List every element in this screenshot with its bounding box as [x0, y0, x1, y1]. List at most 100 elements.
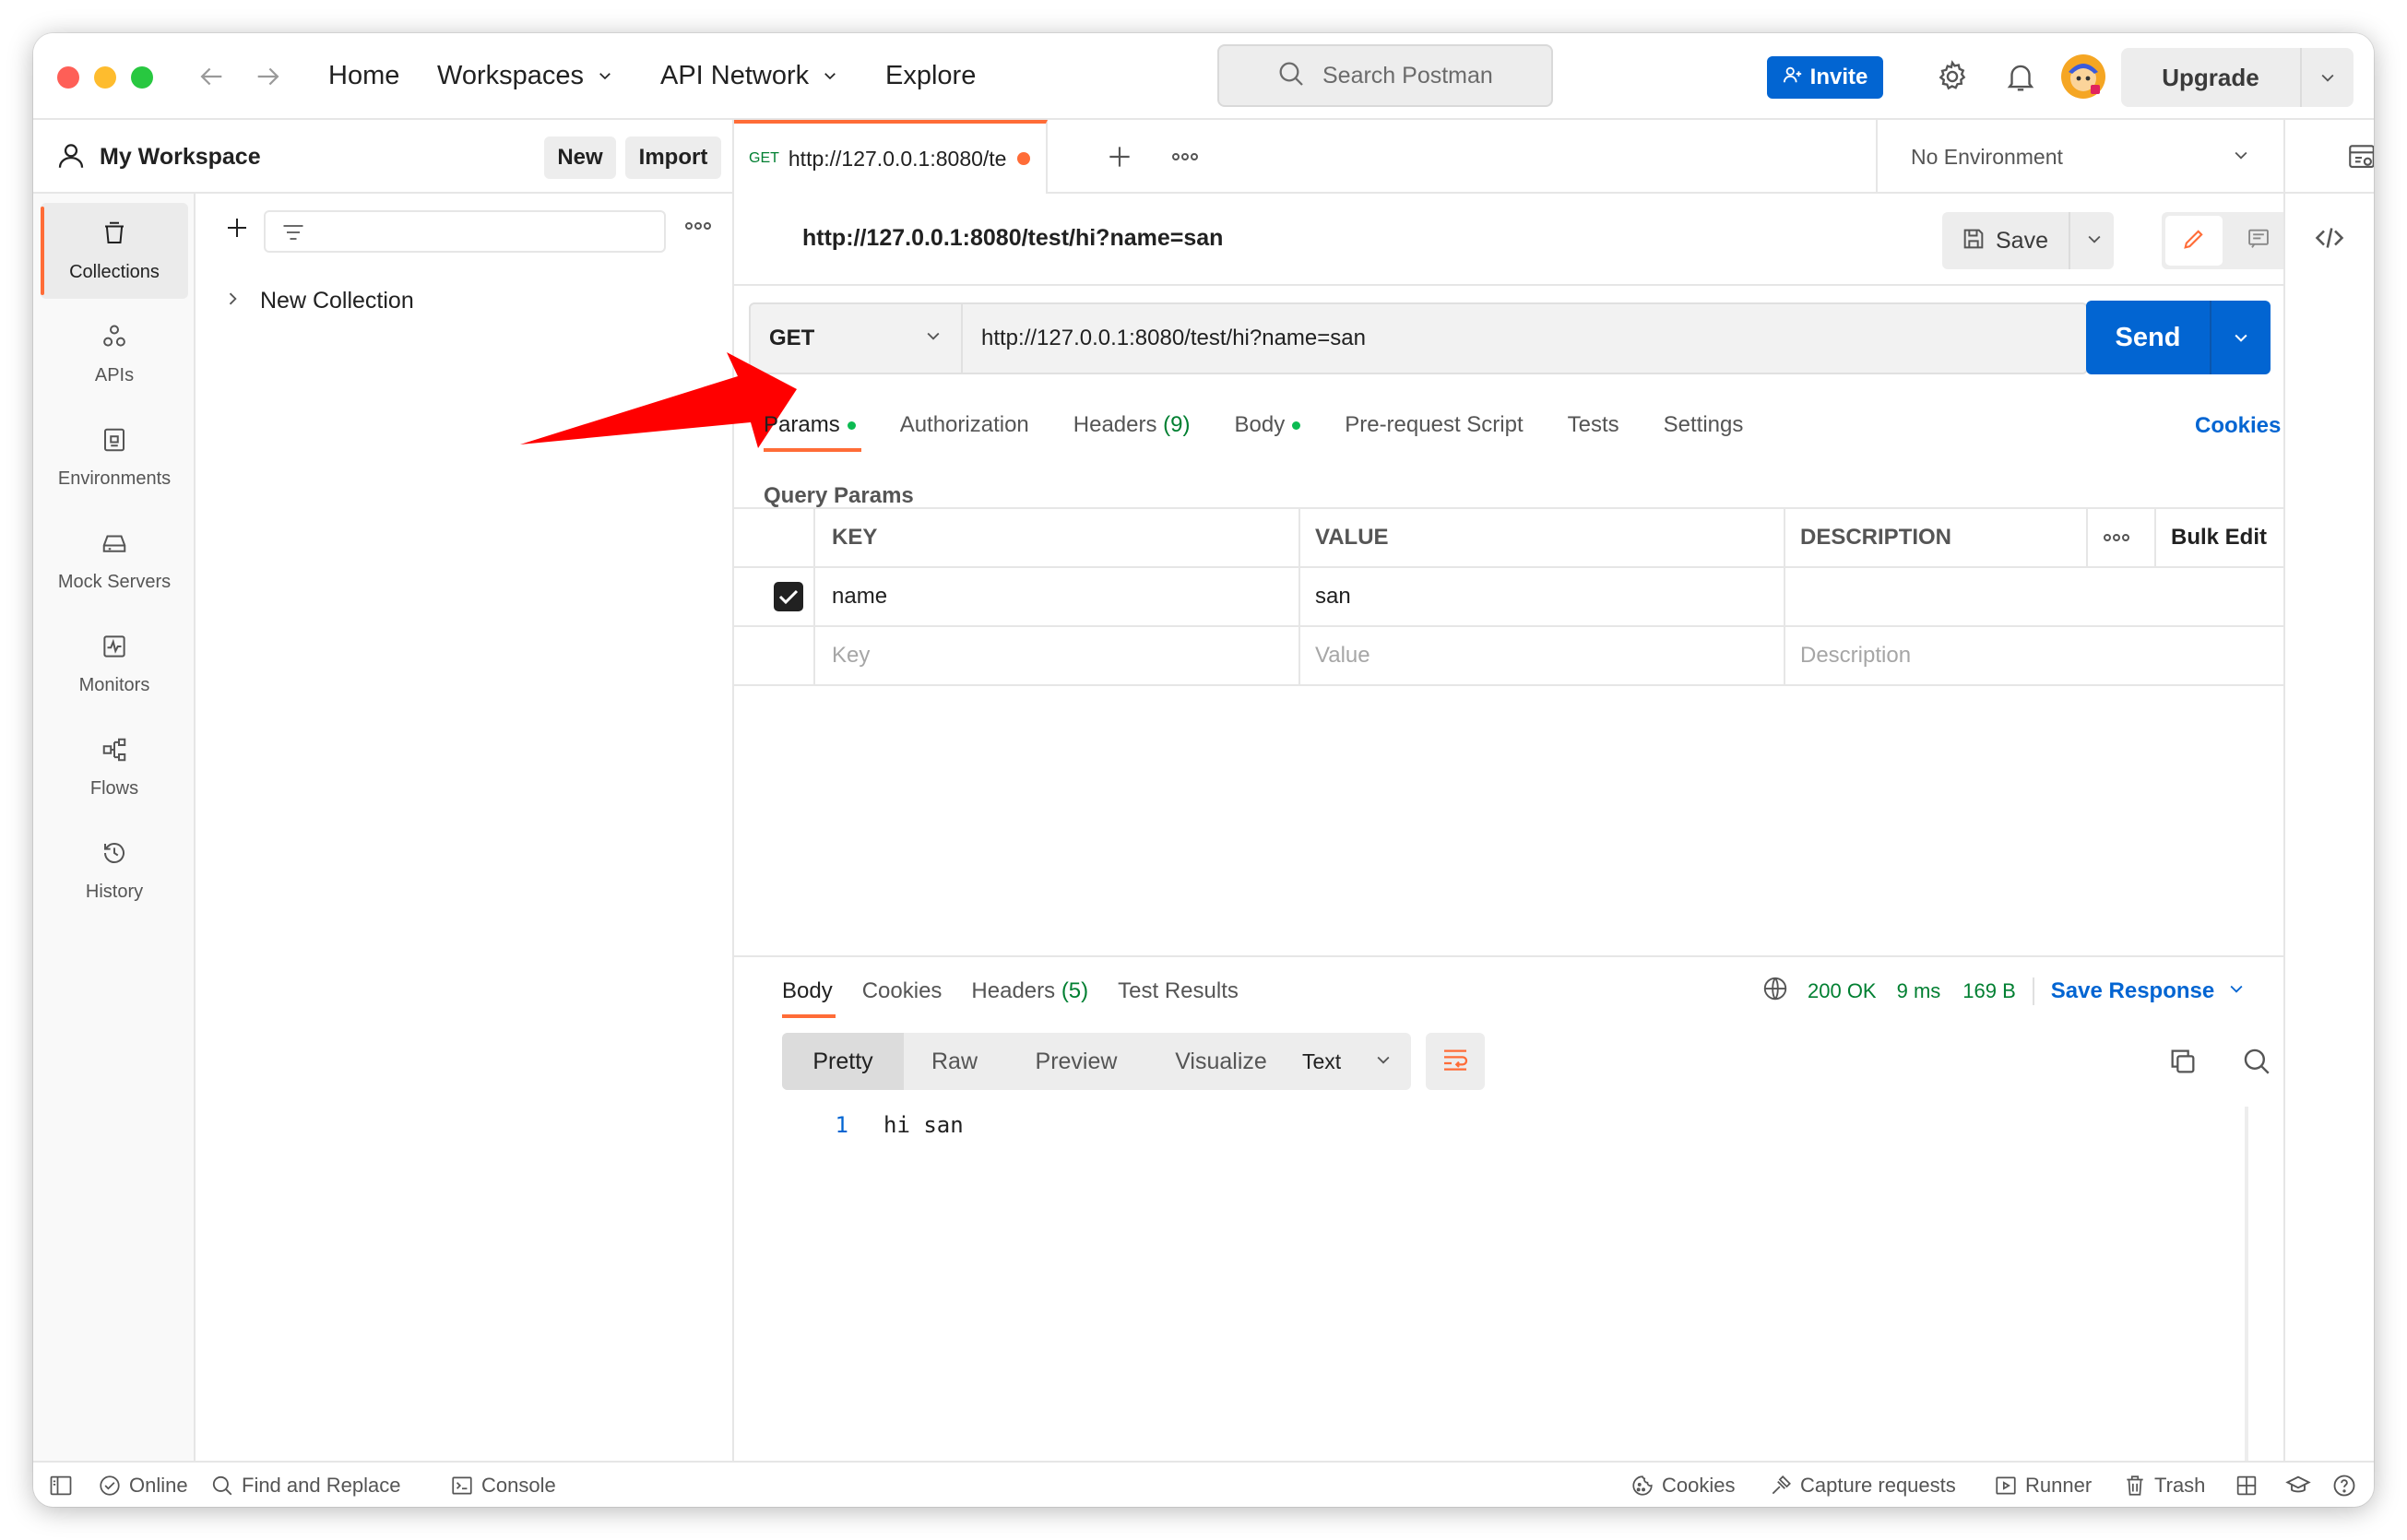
search-icon[interactable]: [2241, 1046, 2272, 1082]
invite-button[interactable]: Invite: [1767, 56, 1883, 99]
code-icon[interactable]: [2313, 221, 2346, 259]
wrap-lines-button[interactable]: [1426, 1033, 1485, 1090]
param-description-input[interactable]: [1785, 568, 1800, 625]
url-input[interactable]: http://127.0.0.1:8080/test/hi?name=san: [961, 302, 2088, 374]
documentation-button[interactable]: [2230, 216, 2287, 266]
chevron-down-icon[interactable]: [2302, 48, 2354, 107]
globe-icon[interactable]: [1761, 975, 1789, 1008]
new-description-input[interactable]: Description: [1785, 627, 1911, 684]
new-value-input[interactable]: Value: [1300, 627, 1370, 684]
response-divider[interactable]: [734, 955, 2283, 957]
save-button[interactable]: Save: [1942, 212, 2114, 269]
help-icon[interactable]: [2331, 1463, 2365, 1507]
tab-authorization[interactable]: Authorization: [900, 402, 1029, 448]
bulk-edit-button[interactable]: Bulk Edit: [2156, 509, 2267, 566]
nav-explore[interactable]: Explore: [885, 61, 976, 91]
chevron-down-icon[interactable]: [2085, 230, 2104, 253]
sidebar-item-mock-servers[interactable]: Mock Servers: [41, 513, 188, 609]
format-preview[interactable]: Preview: [1005, 1033, 1147, 1090]
more-options-icon[interactable]: [684, 219, 712, 237]
close-window-button[interactable]: [57, 66, 79, 89]
sidebar-item-apis[interactable]: APIs: [41, 306, 188, 402]
nav-home[interactable]: Home: [328, 61, 399, 91]
tab-prerequest-script[interactable]: Pre-request Script: [1345, 402, 1523, 448]
cookies-link[interactable]: Cookies: [2195, 413, 2281, 439]
capture-requests-button[interactable]: Capture requests: [1769, 1463, 1956, 1507]
response-size[interactable]: 169 B: [1962, 979, 2016, 1003]
sidebar-item-history[interactable]: History: [41, 823, 188, 918]
upgrade-button[interactable]: Upgrade: [2121, 48, 2354, 107]
chevron-down-icon[interactable]: [2227, 979, 2246, 1003]
sidebar-item-monitors[interactable]: Monitors: [41, 616, 188, 712]
sidebar-item-collections[interactable]: Collections: [41, 203, 188, 299]
copy-icon[interactable]: [2167, 1046, 2199, 1082]
send-button[interactable]: Send: [2086, 301, 2271, 374]
table-more-icon[interactable]: [2088, 509, 2130, 566]
maximize-window-button[interactable]: [131, 66, 153, 89]
response-type-select[interactable]: Text: [1284, 1033, 1411, 1090]
online-status[interactable]: Online: [98, 1463, 188, 1507]
nav-workspaces[interactable]: Workspaces: [437, 61, 613, 91]
response-tab-cookies[interactable]: Cookies: [862, 968, 943, 1014]
response-tab-test-results[interactable]: Test Results: [1118, 968, 1239, 1014]
format-preview-label: Preview: [1035, 1048, 1118, 1074]
tab-headers[interactable]: Headers (9): [1073, 402, 1191, 448]
minimize-window-button[interactable]: [94, 66, 116, 89]
collection-item[interactable]: New Collection: [223, 282, 414, 319]
param-value-input[interactable]: san: [1300, 568, 1351, 625]
import-button[interactable]: Import: [625, 136, 721, 179]
tab-body[interactable]: Body: [1235, 402, 1301, 448]
sidebar-item-flows[interactable]: Flows: [41, 719, 188, 815]
format-visualize[interactable]: Visualize: [1147, 1033, 1295, 1090]
toggle-sidebar-icon[interactable]: [48, 1463, 81, 1507]
runner-button[interactable]: Runner: [1994, 1463, 2092, 1507]
find-replace-button[interactable]: Find and Replace: [210, 1463, 400, 1507]
response-status[interactable]: 200 OK: [1808, 979, 1877, 1003]
tab-tests[interactable]: Tests: [1568, 402, 1619, 448]
new-button[interactable]: New: [544, 136, 616, 179]
save-response-button[interactable]: Save Response: [2051, 978, 2214, 1004]
param-key-input[interactable]: name: [817, 568, 887, 625]
response-scrollbar[interactable]: [2245, 1107, 2248, 1472]
tab-settings[interactable]: Settings: [1664, 402, 1744, 448]
response-tab-body[interactable]: Body: [782, 968, 836, 1018]
forward-arrow-icon[interactable]: [253, 61, 284, 97]
tab-params[interactable]: Params: [764, 402, 861, 452]
avatar[interactable]: [2060, 53, 2106, 104]
invite-label: Invite: [1809, 65, 1868, 89]
response-meta: 200 OK 9 ms 169 B Save Response: [1761, 968, 2246, 1014]
new-key-input[interactable]: Key: [817, 627, 870, 684]
collections-filter-input[interactable]: [264, 210, 666, 253]
format-raw[interactable]: Raw: [904, 1033, 1005, 1090]
bell-icon[interactable]: [2003, 59, 2038, 99]
nav-workspaces-label: Workspaces: [437, 61, 585, 90]
console-button[interactable]: Console: [450, 1463, 556, 1507]
more-tabs-icon[interactable]: [1171, 150, 1199, 168]
request-tab[interactable]: GET http://127.0.0.1:8080/te: [734, 120, 1048, 194]
chevron-down-icon[interactable]: [2211, 301, 2271, 374]
column-header-description: DESCRIPTION: [1800, 525, 1952, 550]
gear-icon[interactable]: [1935, 59, 1970, 99]
two-pane-view-icon[interactable]: [2234, 1463, 2267, 1507]
sidebar-item-environments[interactable]: Environments: [41, 409, 188, 505]
response-time[interactable]: 9 ms: [1897, 979, 1941, 1003]
environment-select[interactable]: No Environment: [1876, 120, 2285, 194]
environment-selected: No Environment: [1911, 144, 2063, 169]
nav-api-network[interactable]: API Network: [660, 61, 838, 91]
request-name[interactable]: http://127.0.0.1:8080/test/hi?name=san: [802, 225, 1223, 252]
search-input[interactable]: Search Postman: [1217, 44, 1553, 107]
response-body[interactable]: 1 hi san: [771, 1112, 964, 1138]
format-pretty[interactable]: Pretty: [782, 1033, 904, 1090]
workspace-title[interactable]: My Workspace: [100, 144, 261, 171]
edit-mode-button[interactable]: [2165, 216, 2223, 266]
bootcamp-icon[interactable]: [2285, 1463, 2318, 1507]
new-tab-plus-icon[interactable]: [1105, 142, 1134, 176]
tab-authorization-label: Authorization: [899, 412, 1029, 437]
trash-button[interactable]: Trash: [2123, 1463, 2205, 1507]
back-arrow-icon[interactable]: [196, 61, 227, 97]
environment-quick-look-icon[interactable]: [2346, 142, 2374, 178]
param-checkbox[interactable]: [760, 568, 804, 625]
cookies-button[interactable]: Cookies: [1630, 1463, 1735, 1507]
response-tab-headers[interactable]: Headers (5): [971, 968, 1088, 1014]
plus-icon[interactable]: [223, 214, 251, 246]
